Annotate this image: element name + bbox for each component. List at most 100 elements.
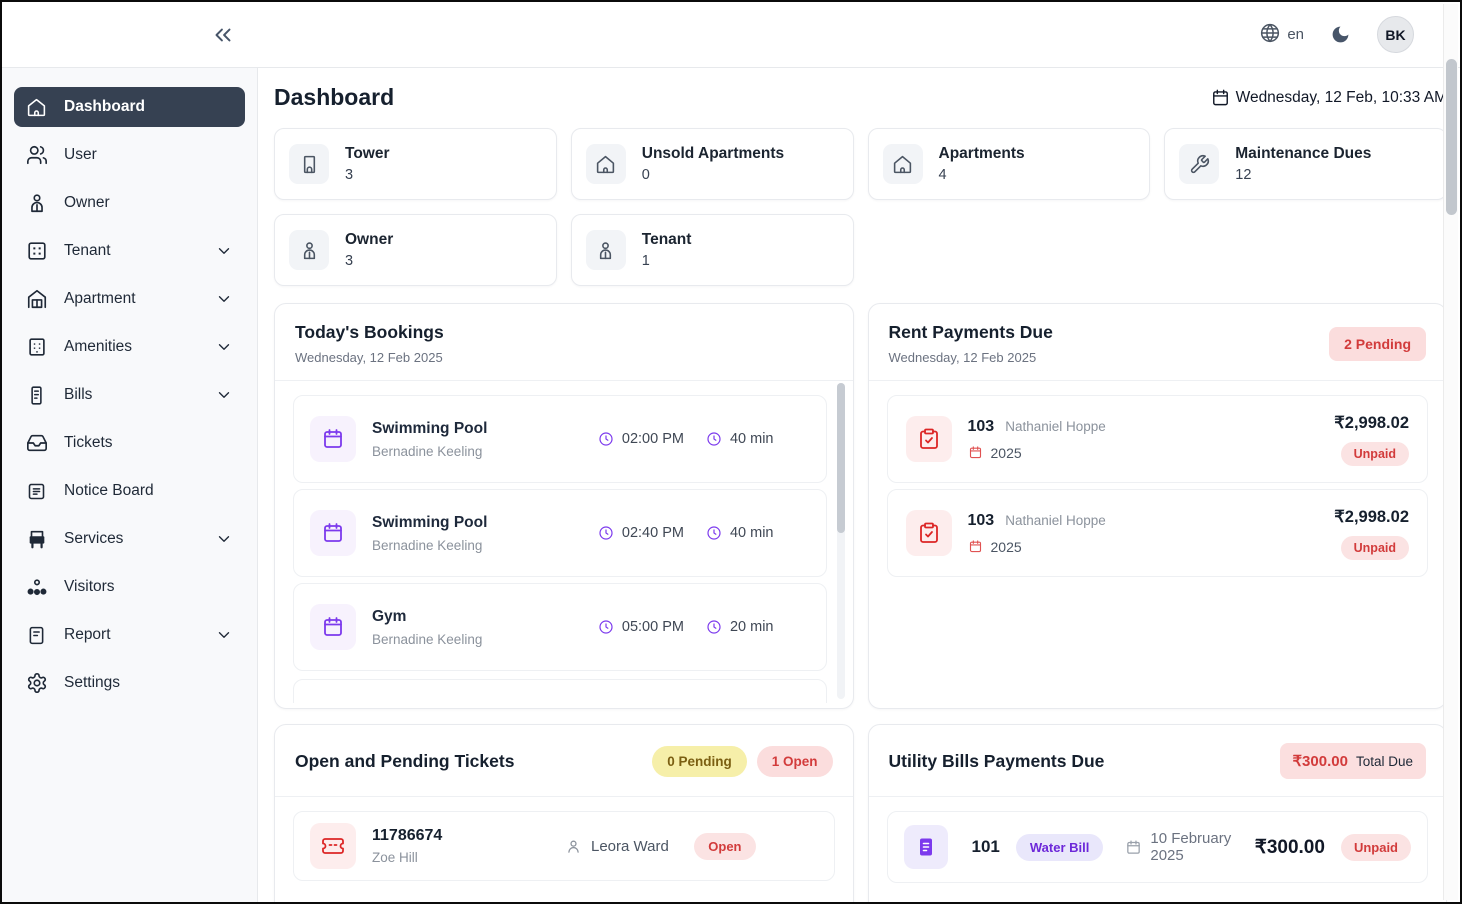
utility-date: 10 February 2025 (1150, 830, 1234, 864)
sidebar-item-bills[interactable]: Bills (14, 375, 245, 415)
tickets-title: Open and Pending Tickets (295, 751, 514, 772)
booking-person: Bernadine Keeling (372, 444, 487, 459)
booking-item[interactable]: GymBernadine Keeling 05:00 PM 20 min (293, 583, 827, 671)
chevron-down-icon (215, 386, 233, 404)
sidebar-item-label: Visitors (64, 578, 115, 596)
ticket-item[interactable]: 11786674Zoe Hill Leora Ward Open (293, 811, 835, 881)
stat-value: 3 (345, 167, 390, 183)
stat-card-maintenance-dues[interactable]: Maintenance Dues 12 (1164, 128, 1447, 200)
tickets-open-badge: 1 Open (757, 746, 833, 777)
utility-item[interactable]: 101 Water Bill 10 February 2025 ₹300.00 … (887, 811, 1429, 883)
calendar-icon (968, 445, 983, 460)
page-scrollbar[interactable] (1443, 4, 1458, 900)
receipt-icon (26, 385, 48, 406)
sidebar-item-notice-board[interactable]: Notice Board (14, 471, 245, 511)
grid-icon (26, 240, 48, 262)
sidebar-item-settings[interactable]: Settings (14, 663, 245, 703)
visitors-icon (26, 576, 48, 598)
rent-unit: 103 (968, 512, 995, 530)
bookings-scrollbar[interactable] (837, 383, 845, 699)
sidebar-item-visitors[interactable]: Visitors (14, 567, 245, 607)
language-selector[interactable]: en (1260, 23, 1304, 47)
booking-duration: 40 min (730, 431, 774, 447)
sidebar-item-report[interactable]: Report (14, 615, 245, 655)
scrollbar-thumb[interactable] (1446, 59, 1457, 215)
clock-icon (706, 619, 722, 635)
sidebar-item-services[interactable]: Services (14, 519, 245, 559)
sidebar-item-apartment[interactable]: Apartment (14, 279, 245, 319)
sidebar-item-tickets[interactable]: Tickets (14, 423, 245, 463)
avatar[interactable]: BK (1377, 16, 1414, 53)
sidebar-item-user[interactable]: User (14, 135, 245, 175)
rent-title: Rent Payments Due (889, 322, 1053, 343)
person-icon (586, 230, 626, 270)
header-datetime: Wednesday, 12 Feb, 10:33 AM (1211, 88, 1447, 107)
stat-label: Unsold Apartments (642, 145, 784, 163)
stat-label: Maintenance Dues (1235, 145, 1371, 163)
status-badge: Unpaid (1341, 442, 1409, 466)
bill-icon (904, 825, 948, 869)
inbox-icon (26, 432, 48, 454)
stat-card-tenant[interactable]: Tenant1 (571, 214, 854, 286)
chevron-down-icon (215, 242, 233, 260)
stat-value: 12 (1235, 167, 1371, 183)
booking-item[interactable]: Swimming PoolBernadine Keeling 02:40 PM … (293, 489, 827, 577)
rent-amount: ₹2,998.02 (1334, 507, 1409, 527)
utility-unit: 101 (972, 837, 1000, 857)
chevron-down-icon (215, 338, 233, 356)
stat-card-owner[interactable]: Owner3 (274, 214, 557, 286)
utility-total-label: Total Due (1356, 754, 1413, 769)
home-icon (586, 144, 626, 184)
booking-item-partial[interactable] (293, 679, 827, 703)
utility-total-amount: ₹300.00 (1293, 752, 1348, 770)
sidebar-item-dashboard[interactable]: Dashboard (14, 87, 245, 127)
utility-panel: Utility Bills Payments Due ₹300.00 Total… (868, 724, 1448, 902)
app-window: en BK Dashboard User Owner (0, 0, 1462, 904)
sidebar-item-label: Bills (64, 386, 92, 404)
scrollbar-thumb[interactable] (837, 383, 845, 533)
tower-icon (289, 144, 329, 184)
stat-label: Owner (345, 231, 393, 249)
utility-amount: ₹300.00 (1255, 836, 1325, 859)
booking-item[interactable]: Swimming PoolBernadine Keeling 02:00 PM … (293, 395, 827, 483)
bookings-date: Wednesday, 12 Feb 2025 (295, 350, 833, 365)
rent-item[interactable]: 103Nathaniel Hoppe 2025 ₹2,998.02 Unpaid (887, 489, 1429, 577)
dark-mode-toggle[interactable] (1330, 24, 1351, 45)
booking-duration: 40 min (730, 525, 774, 541)
utility-title: Utility Bills Payments Due (889, 751, 1105, 772)
stat-label: Apartments (939, 145, 1025, 163)
utility-list: 101 Water Bill 10 February 2025 ₹300.00 … (869, 797, 1447, 897)
rent-item[interactable]: 103Nathaniel Hoppe 2025 ₹2,998.02 Unpaid (887, 395, 1429, 483)
calendar-icon (968, 539, 983, 554)
sidebar-item-owner[interactable]: Owner (14, 183, 245, 223)
sidebar-item-label: Tenant (64, 242, 111, 260)
calendar-icon (310, 416, 356, 462)
sidebar: Dashboard User Owner Tenant Apartment (2, 68, 258, 902)
topbar: en BK (2, 2, 1460, 68)
tickets-panel: Open and Pending Tickets 0 Pending 1 Ope… (274, 724, 854, 902)
calendar-icon (1211, 88, 1230, 107)
sidebar-item-label: Services (64, 530, 123, 548)
sidebar-item-label: Owner (64, 194, 110, 212)
utility-type-badge: Water Bill (1016, 834, 1103, 861)
status-badge: Open (694, 833, 755, 860)
stat-card-unsold-apartments[interactable]: Unsold Apartments0 (571, 128, 854, 200)
booking-facility: Swimming Pool (372, 514, 487, 532)
sidebar-item-tenant[interactable]: Tenant (14, 231, 245, 271)
sidebar-collapse-icon[interactable] (210, 22, 236, 53)
stat-card-tower[interactable]: Tower3 (274, 128, 557, 200)
sidebar-item-amenities[interactable]: Amenities (14, 327, 245, 367)
file-text-icon (26, 625, 48, 646)
sidebar-item-label: Dashboard (64, 98, 145, 116)
booking-facility: Gym (372, 608, 482, 626)
bookings-panel: Today's Bookings Wednesday, 12 Feb 2025 … (274, 303, 854, 709)
bookings-list: Swimming PoolBernadine Keeling 02:00 PM … (275, 381, 853, 703)
rent-list: 103Nathaniel Hoppe 2025 ₹2,998.02 Unpaid (869, 381, 1447, 597)
rent-date: Wednesday, 12 Feb 2025 (889, 350, 1053, 365)
tools-icon (1179, 144, 1219, 184)
users-icon (26, 144, 48, 166)
datetime-text: Wednesday, 12 Feb, 10:33 AM (1236, 89, 1447, 107)
house-icon (26, 288, 48, 310)
rent-panel: Rent Payments Due Wednesday, 12 Feb 2025… (868, 303, 1448, 709)
stat-card-apartments[interactable]: Apartments4 (868, 128, 1151, 200)
